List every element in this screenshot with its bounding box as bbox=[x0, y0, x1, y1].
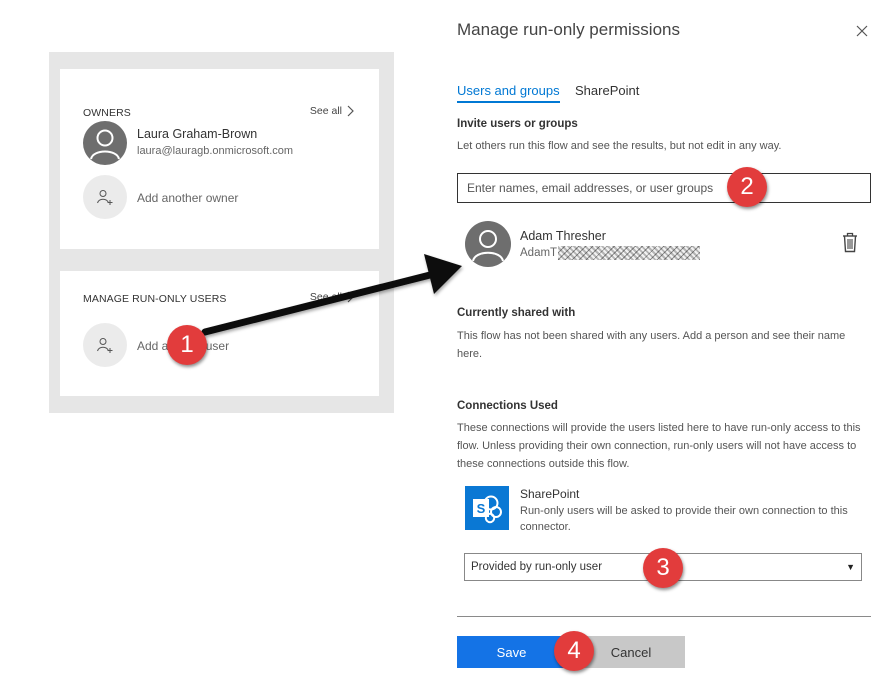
footer-divider bbox=[457, 616, 871, 617]
shared-heading: Currently shared with bbox=[457, 307, 576, 319]
run-only-users-card: MANAGE RUN-ONLY USERS See all Add anothe… bbox=[60, 271, 379, 396]
redacted-email-block bbox=[558, 246, 701, 260]
invite-input[interactable] bbox=[457, 173, 871, 203]
svg-text:S: S bbox=[477, 501, 486, 516]
annotation-badge-1: 1 bbox=[167, 325, 207, 365]
tab-users-and-groups[interactable]: Users and groups bbox=[457, 83, 560, 103]
add-run-only-user-avatar-button[interactable] bbox=[83, 323, 127, 367]
add-person-icon bbox=[97, 338, 113, 353]
owners-title: OWNERS bbox=[83, 107, 131, 119]
tab-sharepoint[interactable]: SharePoint bbox=[575, 83, 639, 98]
owner-name: Laura Graham-Brown bbox=[137, 127, 258, 141]
add-owner-label[interactable]: Add another owner bbox=[137, 191, 238, 205]
add-owner-avatar-button[interactable] bbox=[83, 175, 127, 219]
owner-avatar bbox=[83, 121, 127, 165]
user-email-prefix: AdamT bbox=[520, 247, 558, 259]
sharepoint-connector-name: SharePoint bbox=[520, 487, 580, 501]
invite-heading: Invite users or groups bbox=[457, 118, 578, 130]
user-name: Adam Thresher bbox=[520, 229, 606, 243]
person-icon bbox=[90, 129, 120, 160]
trash-icon[interactable] bbox=[841, 231, 859, 253]
owners-see-all-label: See all bbox=[309, 105, 342, 117]
save-button[interactable]: Save bbox=[457, 636, 566, 668]
panel-title: Manage run-only permissions bbox=[457, 20, 680, 39]
connections-heading: Connections Used bbox=[457, 400, 558, 412]
add-person-icon bbox=[97, 190, 113, 205]
chevron-right-icon bbox=[347, 291, 354, 303]
annotation-badge-4: 4 bbox=[554, 631, 594, 671]
connections-description: These connections will provide the users… bbox=[457, 422, 861, 470]
person-icon bbox=[472, 230, 504, 262]
run-only-see-all-link[interactable]: See all bbox=[310, 291, 355, 303]
annotation-badge-3: 3 bbox=[643, 548, 683, 588]
owner-email: laura@lauragb.onmicrosoft.com bbox=[137, 145, 294, 157]
close-icon[interactable] bbox=[855, 24, 869, 38]
run-only-title: MANAGE RUN-ONLY USERS bbox=[83, 293, 227, 305]
annotation-badge-2: 2 bbox=[727, 167, 767, 207]
connection-select-value: Provided by run-only user bbox=[471, 561, 603, 573]
user-avatar bbox=[465, 221, 511, 267]
invite-description: Let others run this flow and see the res… bbox=[457, 140, 782, 152]
owners-card: OWNERS See all Laura Graham-Brown laura@… bbox=[60, 69, 379, 249]
sharepoint-connector-description: Run-only users will be asked to provide … bbox=[520, 505, 848, 533]
left-background-panel: OWNERS See all Laura Graham-Brown laura@… bbox=[49, 52, 394, 413]
owners-see-all-link[interactable]: See all bbox=[310, 105, 355, 117]
user-email: AdamT bbox=[520, 246, 701, 260]
dropdown-arrow-icon: ▼ bbox=[846, 562, 855, 572]
sharepoint-logo-icon: S bbox=[465, 486, 509, 530]
chevron-right-icon bbox=[347, 105, 354, 117]
shared-description: This flow has not been shared with any u… bbox=[457, 330, 846, 360]
run-only-see-all-label: See all bbox=[309, 291, 342, 303]
